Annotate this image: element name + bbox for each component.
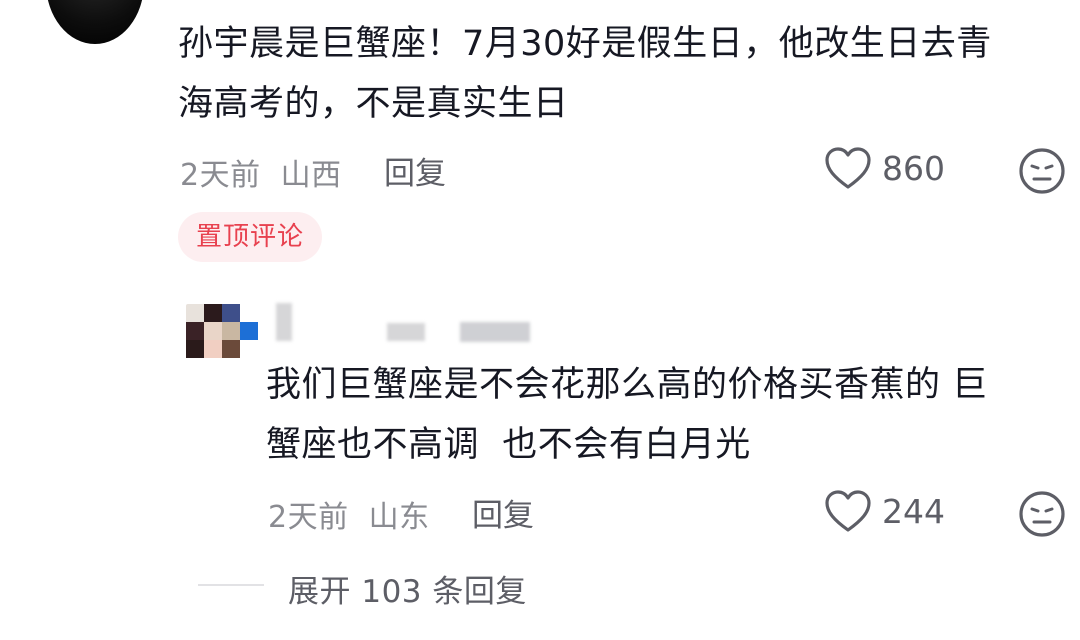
comment-dislike-button[interactable] [1018, 147, 1066, 199]
reply-reply-button[interactable]: 回复 [472, 490, 534, 535]
reply-body: 我们巨蟹座是不会花那么高的价格买香蕉的 巨 蟹座也不高调 也不会有白月光 [266, 355, 988, 475]
reply-like-button[interactable]: 244 [824, 489, 945, 533]
heart-outline-icon [825, 490, 871, 532]
expand-replies-button[interactable]: 展开 103 条回复 [288, 566, 527, 611]
reply-dislike-button[interactable] [1018, 490, 1066, 542]
reply-username-redacted-3 [460, 322, 530, 342]
comment-location: 山西 [280, 158, 342, 193]
reply-meta: 2天前 山东 [268, 492, 430, 536]
reply-like-count: 244 [882, 491, 945, 531]
neutral-face-icon [1019, 491, 1065, 537]
comment-meta: 2天前 山西 [180, 150, 342, 194]
expand-divider [198, 584, 264, 586]
comment-like-button[interactable]: 860 [824, 146, 945, 190]
comment-reply-button[interactable]: 回复 [384, 148, 446, 193]
comment-like-count: 860 [882, 148, 945, 188]
reply-text-line-1: 我们巨蟹座是不会花那么高的价格买香蕉的 巨 [266, 365, 988, 405]
reply-username-redacted-2 [387, 323, 425, 341]
neutral-face-icon [1019, 148, 1065, 194]
reply-avatar[interactable] [186, 304, 258, 360]
commenter-avatar[interactable] [46, 0, 144, 44]
comment-text-line-1: 孙宇晨是巨蟹座！7月30好是假生日，他改生日去青 [178, 24, 992, 64]
comment-text-line-2: 海高考的，不是真实生日 [178, 84, 569, 124]
reply-username-redacted [276, 303, 292, 341]
pinned-comment-badge: 置顶评论 [178, 212, 323, 262]
heart-outline-icon [825, 147, 871, 189]
comment-time: 2天前 [180, 158, 261, 193]
reply-time: 2天前 [268, 500, 349, 535]
comment-body: 孙宇晨是巨蟹座！7月30好是假生日，他改生日去青 海高考的，不是真实生日 [178, 14, 992, 134]
reply-location: 山东 [368, 500, 430, 535]
reply-text-line-2: 蟹座也不高调 也不会有白月光 [266, 425, 751, 465]
